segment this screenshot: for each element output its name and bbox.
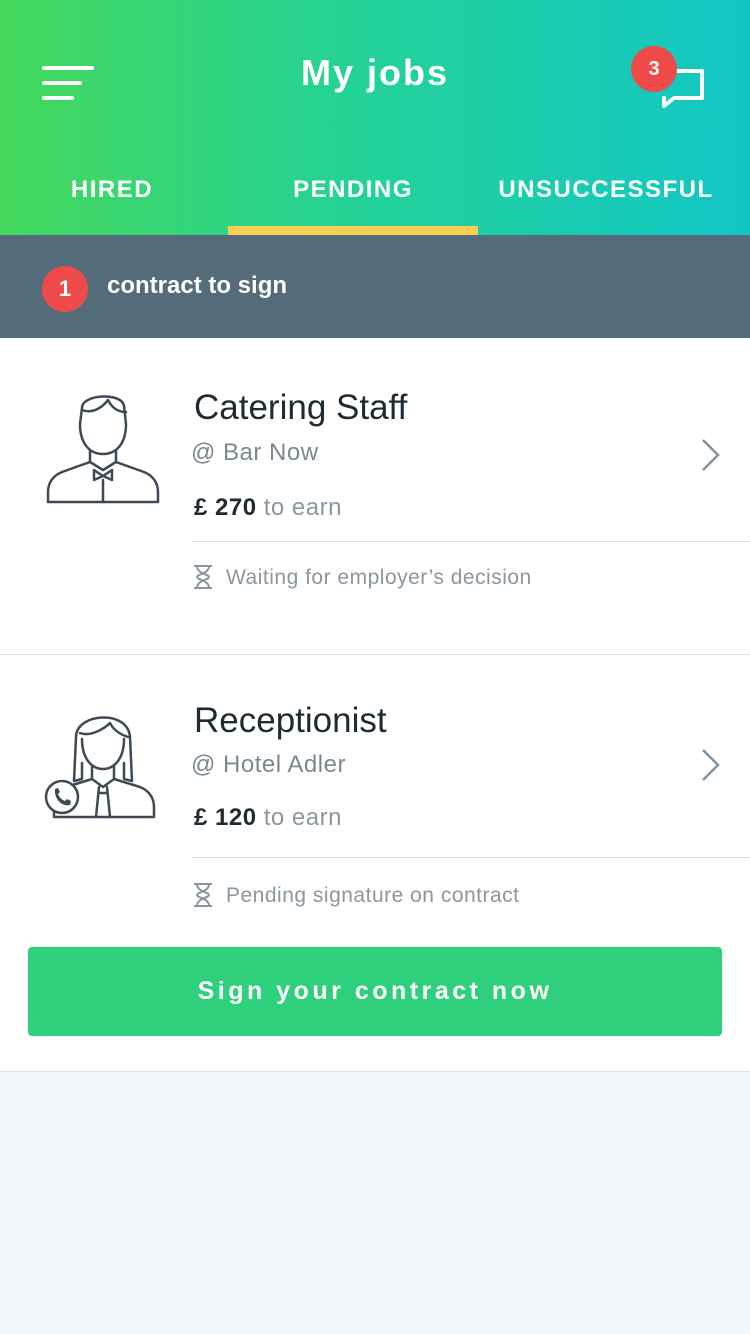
divider: [192, 541, 750, 542]
tab-unsuccessful[interactable]: UNSUCCESSFUL: [480, 160, 732, 235]
job-status-text: Waiting for employer’s decision: [226, 566, 532, 589]
notice-text: contract to sign: [107, 272, 288, 299]
tab-bar: HIRED PENDING UNSUCCESSFUL: [0, 160, 750, 235]
chevron-right-icon: [702, 439, 720, 471]
hourglass-icon: [194, 565, 212, 589]
earn-suffix: to earn: [263, 494, 342, 521]
job-list: Catering Staff @ Bar Now £ 270 to earn W…: [0, 338, 750, 1071]
list-bottom-border: [0, 1071, 750, 1072]
job-earnings: £ 270 to earn: [194, 494, 342, 522]
earn-suffix: to earn: [263, 804, 342, 831]
job-company: @ Hotel Adler: [191, 751, 346, 778]
divider: [192, 857, 750, 858]
app-header: My jobs 3 HIRED PENDING UNSUCCESSFUL: [0, 0, 750, 235]
job-earnings: £ 120 to earn: [194, 804, 342, 832]
chevron-right-icon: [702, 749, 720, 781]
job-card-catering-staff[interactable]: Catering Staff @ Bar Now £ 270 to earn W…: [0, 338, 750, 655]
earn-amount: £ 270: [194, 494, 257, 521]
tab-hired[interactable]: HIRED: [0, 160, 224, 235]
job-status-text: Pending signature on contract: [226, 884, 520, 907]
chat-badge: 3: [631, 46, 677, 92]
earn-amount: £ 120: [194, 804, 257, 831]
sign-contract-button[interactable]: Sign your contract now: [28, 947, 722, 1036]
tab-pending[interactable]: PENDING: [228, 160, 478, 235]
job-status: Pending signature on contract: [192, 882, 520, 908]
notice-count-badge: 1: [42, 266, 88, 312]
hourglass-icon: [194, 883, 212, 907]
job-company: @ Bar Now: [191, 439, 319, 466]
job-status: Waiting for employer’s decision: [192, 564, 532, 590]
waiter-avatar-icon: [46, 395, 160, 504]
receptionist-avatar-icon: [44, 716, 156, 819]
job-title: Receptionist: [194, 701, 387, 740]
active-tab-indicator: [228, 226, 478, 235]
job-title: Catering Staff: [194, 388, 408, 427]
contract-notice-bar[interactable]: 1 contract to sign: [0, 235, 750, 338]
